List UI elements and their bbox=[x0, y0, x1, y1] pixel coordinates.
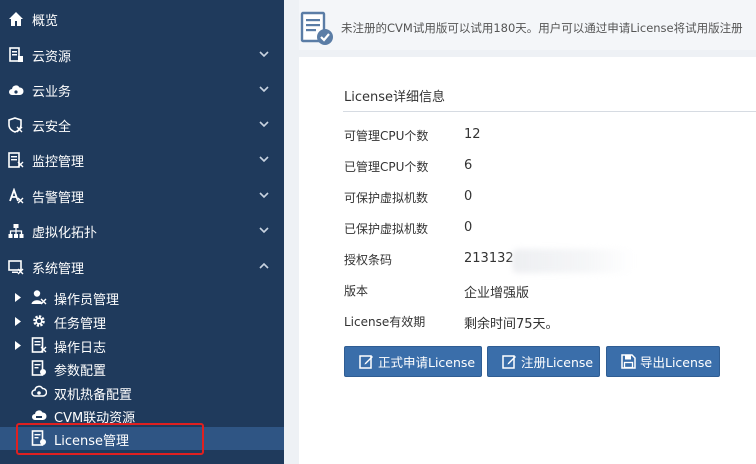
register-license-button[interactable]: 注册License bbox=[487, 346, 600, 377]
row-value-protected-vms: 0 bbox=[464, 220, 473, 235]
sidebar: 概览 云资源 云业务 云安全 监控管理 告警管理 虚拟化拓扑 系统管理 操作员管… bbox=[0, 0, 284, 464]
nav-item-system-management[interactable]: 系统管理 bbox=[0, 253, 284, 281]
row-label-manageable-cpu: 可管理CPU个数 bbox=[344, 129, 429, 143]
nav-item-alarms[interactable]: 告警管理 bbox=[0, 182, 284, 210]
sub-item-parameter-config[interactable]: 参数配置 bbox=[0, 357, 284, 380]
nav-item-label: 云资源 bbox=[32, 50, 72, 65]
edit-icon bbox=[359, 355, 373, 369]
caret-right-icon[interactable] bbox=[14, 317, 22, 326]
cloud-icon bbox=[8, 82, 24, 98]
export-license-label: 导出License bbox=[640, 355, 713, 370]
license-detail-panel: License详细信息 可管理CPU个数 12 已管理CPU个数 6 可保护虚拟… bbox=[299, 57, 756, 464]
highlight-annotation-box bbox=[16, 423, 204, 455]
nav-item-label: 云业务 bbox=[32, 85, 72, 100]
nav-item-topology[interactable]: 虚拟化拓扑 bbox=[0, 217, 284, 245]
chevron-down-icon bbox=[259, 192, 269, 199]
shield-icon bbox=[8, 117, 24, 133]
redacted-blur bbox=[512, 249, 634, 273]
caret-right-icon[interactable] bbox=[14, 341, 22, 350]
trial-notice-banner: 未注册的CVM试用版可以试用180天。用户可以通过申请License将试用版注册 bbox=[299, 0, 756, 50]
chevron-down-icon bbox=[259, 156, 269, 163]
chevron-down-icon bbox=[259, 86, 269, 93]
row-value-protectable-vms: 0 bbox=[464, 189, 473, 204]
chevron-down-icon bbox=[259, 227, 269, 234]
apply-license-button[interactable]: 正式申请License bbox=[344, 346, 482, 377]
sub-item-label: 参数配置 bbox=[54, 364, 107, 379]
row-label-protectable-vms: 可保护虚拟机数 bbox=[344, 191, 429, 205]
sub-item-label: 操作日志 bbox=[54, 341, 107, 356]
row-label-edition: 版本 bbox=[344, 284, 369, 298]
cvm-cloud-icon bbox=[32, 410, 47, 420]
nav-item-label: 虚拟化拓扑 bbox=[32, 226, 98, 241]
nav-item-label: 监控管理 bbox=[32, 155, 85, 170]
user-icon bbox=[31, 290, 47, 305]
nav-item-label: 系统管理 bbox=[32, 262, 85, 277]
row-label-protected-vms: 已保护虚拟机数 bbox=[344, 222, 429, 236]
nav-item-cloud-security[interactable]: 云安全 bbox=[0, 111, 284, 139]
row-value-manageable-cpu: 12 bbox=[464, 127, 481, 142]
nav-item-overview[interactable]: 概览 bbox=[0, 5, 284, 33]
row-label-license-code: 授权条码 bbox=[344, 253, 393, 267]
param-doc-icon bbox=[31, 360, 46, 376]
trial-notice-text: 未注册的CVM试用版可以试用180天。用户可以通过申请License将试用版注册 bbox=[341, 21, 743, 35]
apply-license-label: 正式申请License bbox=[378, 355, 476, 370]
sub-item-label: 任务管理 bbox=[54, 317, 107, 332]
export-license-button[interactable]: 导出License bbox=[606, 346, 720, 377]
register-license-label: 注册License bbox=[521, 355, 594, 370]
row-value-license-code: 213132 bbox=[464, 251, 514, 266]
license-check-doc-icon bbox=[300, 11, 333, 45]
sub-item-label: 操作员管理 bbox=[54, 293, 120, 308]
chevron-down-icon bbox=[259, 51, 269, 58]
row-value-managed-cpu: 6 bbox=[464, 158, 473, 173]
save-icon bbox=[621, 354, 636, 369]
chevron-down-icon bbox=[259, 121, 269, 128]
sub-item-task-management[interactable]: 任务管理 bbox=[0, 310, 284, 333]
edit-icon bbox=[502, 355, 516, 369]
panel-title: License详细信息 bbox=[344, 90, 446, 105]
nav-item-cloud-business[interactable]: 云业务 bbox=[0, 76, 284, 104]
nav-item-cloud-resources[interactable]: 云资源 bbox=[0, 41, 284, 69]
nav-item-label: 云安全 bbox=[32, 120, 72, 135]
sub-item-operation-log[interactable]: 操作日志 bbox=[0, 334, 284, 357]
alarm-icon bbox=[8, 188, 24, 204]
nav-item-label: 概览 bbox=[32, 14, 59, 29]
sub-item-hot-standby-config[interactable]: 双机热备配置 bbox=[0, 381, 284, 404]
panel-divider bbox=[343, 111, 756, 112]
sub-item-operator-management[interactable]: 操作员管理 bbox=[0, 286, 284, 309]
row-label-managed-cpu: 已管理CPU个数 bbox=[344, 160, 429, 174]
nav-item-monitoring[interactable]: 监控管理 bbox=[0, 146, 284, 174]
row-value-validity: 剩余时间75天。 bbox=[464, 317, 559, 332]
caret-right-icon[interactable] bbox=[14, 293, 22, 302]
gear-icon bbox=[33, 315, 45, 327]
row-label-validity: License有效期 bbox=[344, 315, 426, 329]
row-value-edition: 企业增强版 bbox=[464, 286, 530, 301]
nav-item-label: 告警管理 bbox=[32, 191, 85, 206]
monitor-doc-icon bbox=[8, 152, 24, 168]
sub-item-label: 双机热备配置 bbox=[54, 388, 133, 403]
cloud-sync-icon bbox=[31, 385, 47, 397]
server-icon bbox=[8, 47, 24, 63]
topology-icon bbox=[8, 223, 24, 239]
home-icon bbox=[8, 11, 24, 27]
chevron-up-icon bbox=[259, 262, 269, 269]
system-icon bbox=[8, 259, 24, 275]
log-icon bbox=[31, 337, 47, 353]
